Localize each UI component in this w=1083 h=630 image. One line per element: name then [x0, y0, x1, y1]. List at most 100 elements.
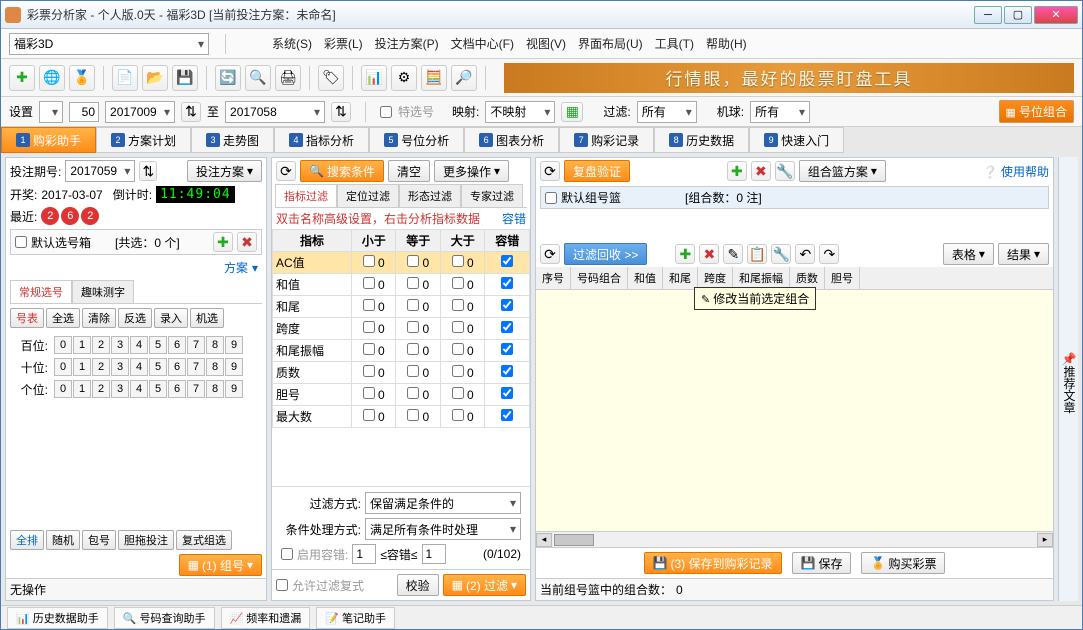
- ind-check[interactable]: [407, 409, 419, 421]
- globe-icon[interactable]: 🌐: [39, 65, 65, 91]
- bottom-tab[interactable]: 📈 频率和遗漏: [221, 607, 311, 629]
- ind-fault-check[interactable]: [501, 321, 513, 333]
- basket-add-icon[interactable]: ✚: [727, 161, 747, 181]
- ind-name[interactable]: 和尾: [273, 296, 352, 318]
- ind-check[interactable]: [407, 387, 419, 399]
- ind-check[interactable]: [452, 299, 464, 311]
- r-undo-icon[interactable]: ↶: [795, 244, 815, 264]
- minimize-button[interactable]: ─: [974, 6, 1002, 24]
- open-icon[interactable]: 📂: [142, 65, 168, 91]
- digit-cell[interactable]: 5: [149, 358, 167, 376]
- recycle-button[interactable]: 过滤回收 >>: [564, 243, 647, 265]
- tab-main[interactable]: 7购彩记录: [559, 127, 654, 153]
- result-col[interactable]: 和值: [628, 267, 663, 289]
- num-tool-button[interactable]: 全选: [46, 308, 80, 328]
- num-tool-button[interactable]: 录入: [154, 308, 188, 328]
- ind-fault-check[interactable]: [501, 255, 513, 267]
- digit-cell[interactable]: 9: [225, 358, 243, 376]
- ind-check[interactable]: [452, 321, 464, 333]
- menu-item[interactable]: 投注方案(P): [375, 35, 439, 52]
- digit-cell[interactable]: 0: [54, 380, 72, 398]
- result-col[interactable]: 质数: [790, 267, 825, 289]
- ind-check[interactable]: [407, 321, 419, 333]
- group-button[interactable]: ▦ (1) 组号 ▾: [179, 554, 262, 576]
- digit-cell[interactable]: 5: [149, 380, 167, 398]
- box-del-icon[interactable]: ✖: [237, 232, 257, 252]
- right-refresh-icon[interactable]: ⟳: [540, 161, 560, 181]
- subtab-fun[interactable]: 趣味测字: [72, 280, 134, 303]
- close-button[interactable]: ✕: [1034, 6, 1078, 24]
- r-edit-icon[interactable]: ✎: [723, 244, 743, 264]
- save-button[interactable]: 💾 保存: [792, 552, 852, 574]
- tab-main[interactable]: 8历史数据: [654, 127, 749, 153]
- ind-check[interactable]: [407, 365, 419, 377]
- maximize-button[interactable]: ▢: [1004, 6, 1032, 24]
- ind-check[interactable]: [452, 255, 464, 267]
- filter-tab[interactable]: 定位过滤: [337, 184, 399, 207]
- digit-cell[interactable]: 8: [206, 358, 224, 376]
- result-col[interactable]: 序号: [536, 267, 571, 289]
- bottom-button[interactable]: 包号: [82, 530, 116, 550]
- menu-item[interactable]: 界面布局(U): [578, 35, 643, 52]
- save-record-button[interactable]: 💾 (3) 保存到购彩记录: [644, 552, 782, 574]
- new-icon[interactable]: 📄: [112, 65, 138, 91]
- search-cond-button[interactable]: 🔍 搜索条件: [300, 160, 384, 182]
- tab-main[interactable]: 4指标分析: [274, 127, 369, 153]
- map-select[interactable]: 不映射: [485, 101, 555, 123]
- bottom-button[interactable]: 全排: [10, 530, 44, 550]
- sidebar-item-articles[interactable]: 📌推荐文章: [1061, 351, 1078, 414]
- ind-check[interactable]: [407, 255, 419, 267]
- digit-cell[interactable]: 4: [130, 336, 148, 354]
- ind-check[interactable]: [452, 409, 464, 421]
- result-col[interactable]: 号码组合: [571, 267, 628, 289]
- refresh-icon[interactable]: 🔄: [215, 65, 241, 91]
- filter-tab[interactable]: 指标过滤: [275, 184, 337, 207]
- digit-cell[interactable]: 7: [187, 380, 205, 398]
- fault-to[interactable]: [422, 544, 446, 564]
- ind-name[interactable]: AC值: [273, 252, 352, 274]
- bottom-button[interactable]: 随机: [46, 530, 80, 550]
- ind-check[interactable]: [363, 387, 375, 399]
- bottom-button[interactable]: 胆拖投注: [118, 530, 174, 550]
- menu-item[interactable]: 视图(V): [526, 35, 566, 52]
- digit-cell[interactable]: 9: [225, 336, 243, 354]
- compound-check[interactable]: [276, 579, 288, 591]
- tab-main[interactable]: 1购彩助手: [1, 127, 96, 153]
- ind-fault-check[interactable]: [501, 365, 513, 377]
- filter-tab[interactable]: 形态过滤: [399, 184, 461, 207]
- to-period[interactable]: 2017058: [225, 101, 325, 123]
- tab-main[interactable]: 5号位分析: [369, 127, 464, 153]
- menu-item[interactable]: 彩票(L): [324, 35, 363, 52]
- r-redo-icon[interactable]: ↷: [819, 244, 839, 264]
- digit-cell[interactable]: 2: [92, 380, 110, 398]
- ind-fault-check[interactable]: [501, 299, 513, 311]
- special-check[interactable]: [380, 106, 392, 118]
- digit-cell[interactable]: 0: [54, 358, 72, 376]
- cond-select[interactable]: 满足所有条件时处理: [365, 518, 521, 540]
- ind-check[interactable]: [363, 343, 375, 355]
- r-add-icon[interactable]: ✚: [675, 244, 695, 264]
- more-button[interactable]: 更多操作 ▾: [434, 160, 509, 182]
- period-select[interactable]: 2017059: [65, 160, 135, 182]
- count-input[interactable]: [69, 102, 99, 122]
- lottery-select[interactable]: 福彩3D: [9, 33, 209, 55]
- ind-name[interactable]: 胆号: [273, 384, 352, 406]
- ind-name[interactable]: 质数: [273, 362, 352, 384]
- h-scrollbar[interactable]: ◂ ▸: [536, 531, 1053, 547]
- digit-cell[interactable]: 6: [168, 358, 186, 376]
- menu-item[interactable]: 文档中心(F): [451, 35, 514, 52]
- r-tool-icon[interactable]: 🔧: [771, 244, 791, 264]
- digit-cell[interactable]: 0: [54, 336, 72, 354]
- digit-cell[interactable]: 6: [168, 380, 186, 398]
- recycle-refresh-icon[interactable]: ⟳: [540, 244, 560, 264]
- settings-dropdown[interactable]: [39, 101, 63, 123]
- result-button[interactable]: 结果 ▾: [998, 243, 1049, 265]
- ball-select[interactable]: 所有: [750, 101, 810, 123]
- tab-main[interactable]: 2方案计划: [96, 127, 191, 153]
- mid-refresh-icon[interactable]: ⟳: [276, 161, 296, 181]
- ind-check[interactable]: [363, 321, 375, 333]
- gear-icon[interactable]: ⚙: [391, 65, 417, 91]
- digit-cell[interactable]: 8: [206, 380, 224, 398]
- map-apply-icon[interactable]: ▦: [561, 102, 583, 122]
- subtab-normal[interactable]: 常规选号: [10, 280, 72, 303]
